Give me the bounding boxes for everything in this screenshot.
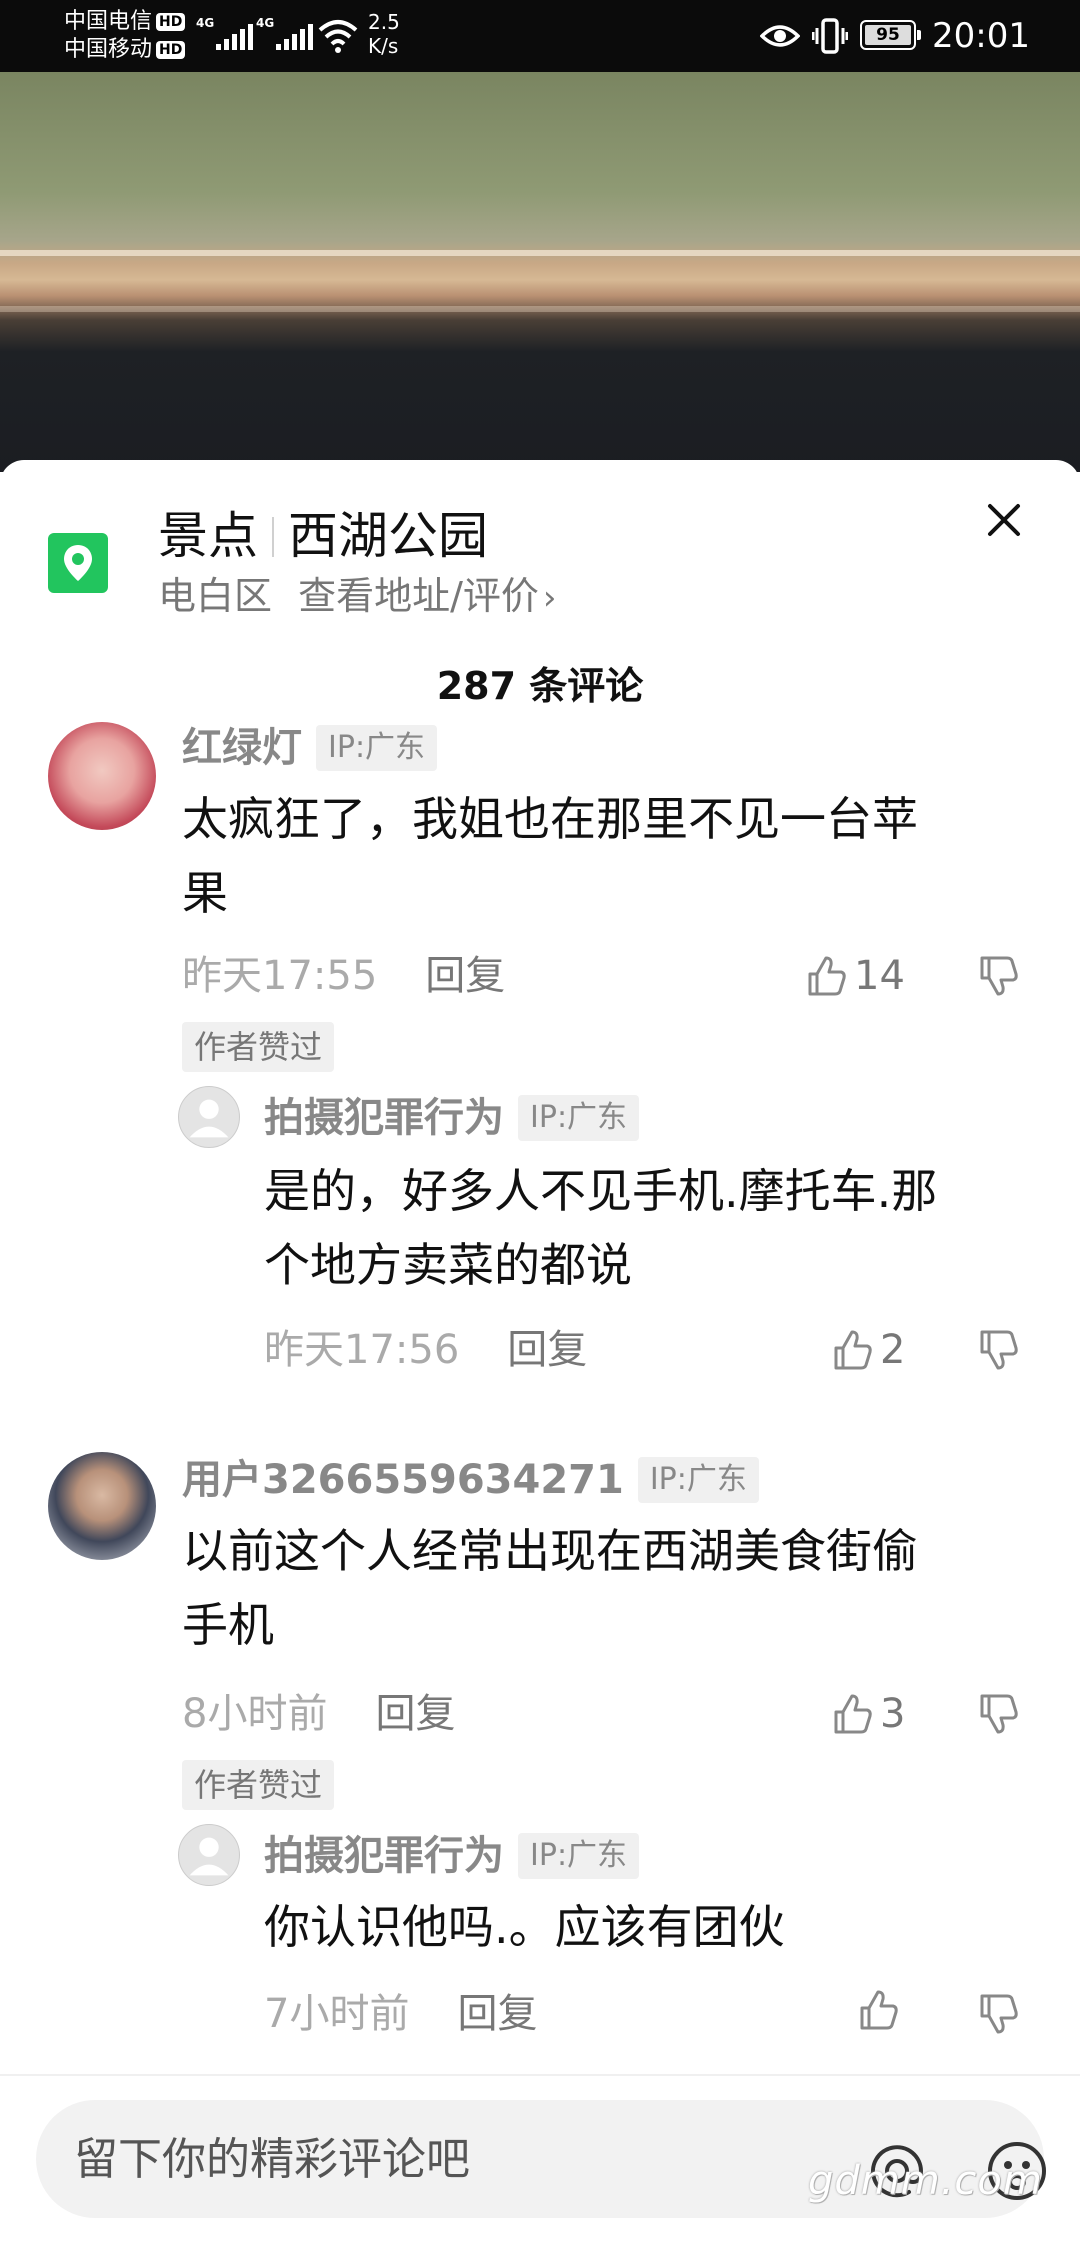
username-text: 拍摄犯罪行为 [264, 1833, 504, 1879]
thumbs-down-icon[interactable] [976, 1692, 1020, 1736]
reply-meta: 7小时前 回复 [264, 1988, 537, 2040]
author-liked-badge: 作者赞过 [182, 1760, 335, 1810]
comment-text[interactable]: 太疯狂了，我姐也在那里不见一台苹 果 [182, 782, 918, 930]
ip-badge: IP:广东 [637, 1457, 759, 1503]
reply-button[interactable]: 回复 [457, 1991, 537, 2037]
comment-line-2: 果 [182, 866, 228, 920]
view-address-link[interactable]: 查看地址/评价 [298, 574, 539, 618]
video-player[interactable] [0, 72, 1080, 472]
reply-username[interactable]: 拍摄犯罪行为 IP:广东 [264, 1092, 640, 1144]
location-pin-icon[interactable] [48, 533, 108, 593]
reply-line-1: 你认识他吗.。应该有团伙 [264, 1900, 785, 1954]
thumbs-down-icon[interactable] [976, 1992, 1020, 2036]
avatar[interactable] [48, 1452, 156, 1560]
input-placeholder: 留下你的精彩评论吧 [74, 2134, 470, 2185]
ip-badge: IP:广东 [316, 725, 438, 771]
location-district: 电白区 [158, 574, 273, 618]
hd-badge: HD [156, 41, 186, 59]
default-avatar-icon[interactable] [178, 1086, 240, 1148]
comment-time: 昨天17:55 [182, 953, 378, 999]
reply-line-2: 个地方卖菜的都说 [264, 1238, 632, 1292]
username-text: 拍摄犯罪行为 [264, 1095, 504, 1141]
thumbs-up-icon [834, 1330, 872, 1370]
like-button[interactable] [856, 1988, 906, 2032]
location-subtitle[interactable]: 电白区 查看地址/评价 › [158, 570, 557, 624]
author-liked-badge: 作者赞过 [182, 1022, 335, 1072]
comment-text[interactable]: 以前这个人经常出现在西湖美食街偷 手机 [182, 1514, 918, 1662]
speed-value: 2.5 [368, 10, 400, 34]
username-text: 用户3266559634271 [182, 1457, 624, 1503]
battery-icon: 95 [860, 20, 921, 50]
comment-username[interactable]: 红绿灯 IP:广东 [182, 722, 438, 774]
reply-time: 昨天17:56 [264, 1327, 460, 1373]
clock: 20:01 [932, 16, 1030, 56]
avatar[interactable] [48, 722, 156, 830]
battery-level: 95 [876, 25, 900, 45]
location-category: 景点 [158, 507, 258, 565]
comment-line-1: 以前这个人经常出现在西湖美食街偷 [182, 1524, 918, 1578]
comments-sheet: 景点 西湖公园 电白区 查看地址/评价 › 287 条评论 红绿灯 IP:广东 太疯狂… [0, 460, 1080, 2244]
ip-badge: IP:广东 [518, 1095, 640, 1141]
like-button[interactable]: 3 [830, 1688, 905, 1740]
reply-button[interactable]: 回复 [425, 953, 505, 999]
reply-button[interactable]: 回复 [375, 1691, 455, 1737]
speed-unit: K/s [368, 34, 399, 58]
like-count: 3 [880, 1691, 906, 1737]
reply-time: 7小时前 [264, 1991, 410, 2037]
hd-badge: HD [156, 13, 186, 31]
ip-badge: IP:广东 [518, 1833, 640, 1879]
comment-meta: 8小时前 回复 [182, 1688, 455, 1740]
thumbs-down-icon[interactable] [976, 1328, 1020, 1372]
network-type-2: 4G [256, 16, 275, 30]
location-title[interactable]: 景点 西湖公园 [158, 504, 488, 568]
comment-meta: 昨天17:55 回复 [182, 950, 505, 1002]
carrier-info: 中国电信 HD 中国移动 HD [64, 8, 186, 64]
comment-line-1: 太疯狂了，我姐也在那里不见一台苹 [182, 792, 918, 846]
thumbs-up-icon [860, 1990, 898, 2030]
like-count: 2 [880, 1327, 906, 1373]
comment-line-2: 手机 [182, 1598, 274, 1652]
signal-bars-2-icon [276, 20, 313, 50]
eye-comfort-icon [760, 25, 800, 47]
signal-bars-1-icon [216, 20, 253, 50]
reply-meta: 昨天17:56 回复 [264, 1324, 587, 1376]
like-button[interactable]: 14 [804, 950, 905, 1002]
status-bar: 中国电信 HD 中国移动 HD 4G 4G 2.5 K/s 95 20:01 [0, 0, 1080, 72]
like-button[interactable]: 2 [830, 1324, 905, 1376]
comment-time: 8小时前 [182, 1691, 328, 1737]
carrier-1: 中国电信 [64, 9, 153, 34]
comment-count: 287 条评论 [436, 664, 644, 708]
vibrate-icon [812, 18, 848, 54]
network-speed: 2.5 K/s [368, 10, 400, 58]
screen: 中国电信 HD 中国移动 HD 4G 4G 2.5 K/s 95 20:01 景… [0, 0, 1080, 2244]
default-avatar-icon[interactable] [178, 1824, 240, 1886]
close-icon[interactable] [982, 498, 1026, 542]
title-divider [272, 517, 274, 557]
carrier-2: 中国移动 [64, 37, 153, 62]
watermark: gdmm.com [808, 2158, 1043, 2204]
reply-line-1: 是的，好多人不见手机.摩托车.那 [264, 1164, 938, 1218]
reply-text[interactable]: 你认识他吗.。应该有团伙 [264, 1890, 785, 1964]
username-text: 红绿灯 [182, 725, 302, 771]
thumbs-up-icon [808, 956, 846, 996]
wifi-icon [318, 20, 358, 53]
reply-text[interactable]: 是的，好多人不见手机.摩托车.那 个地方卖菜的都说 [264, 1154, 937, 1302]
chevron-right-icon: › [542, 578, 557, 618]
reply-username[interactable]: 拍摄犯罪行为 IP:广东 [264, 1830, 640, 1882]
thumbs-up-icon [834, 1694, 872, 1734]
reply-button[interactable]: 回复 [507, 1327, 587, 1373]
thumbs-down-icon[interactable] [976, 954, 1020, 998]
network-type-1: 4G [196, 16, 215, 30]
comment-username[interactable]: 用户3266559634271 IP:广东 [182, 1454, 759, 1506]
like-count: 14 [854, 953, 905, 999]
location-name: 西湖公园 [288, 507, 488, 565]
